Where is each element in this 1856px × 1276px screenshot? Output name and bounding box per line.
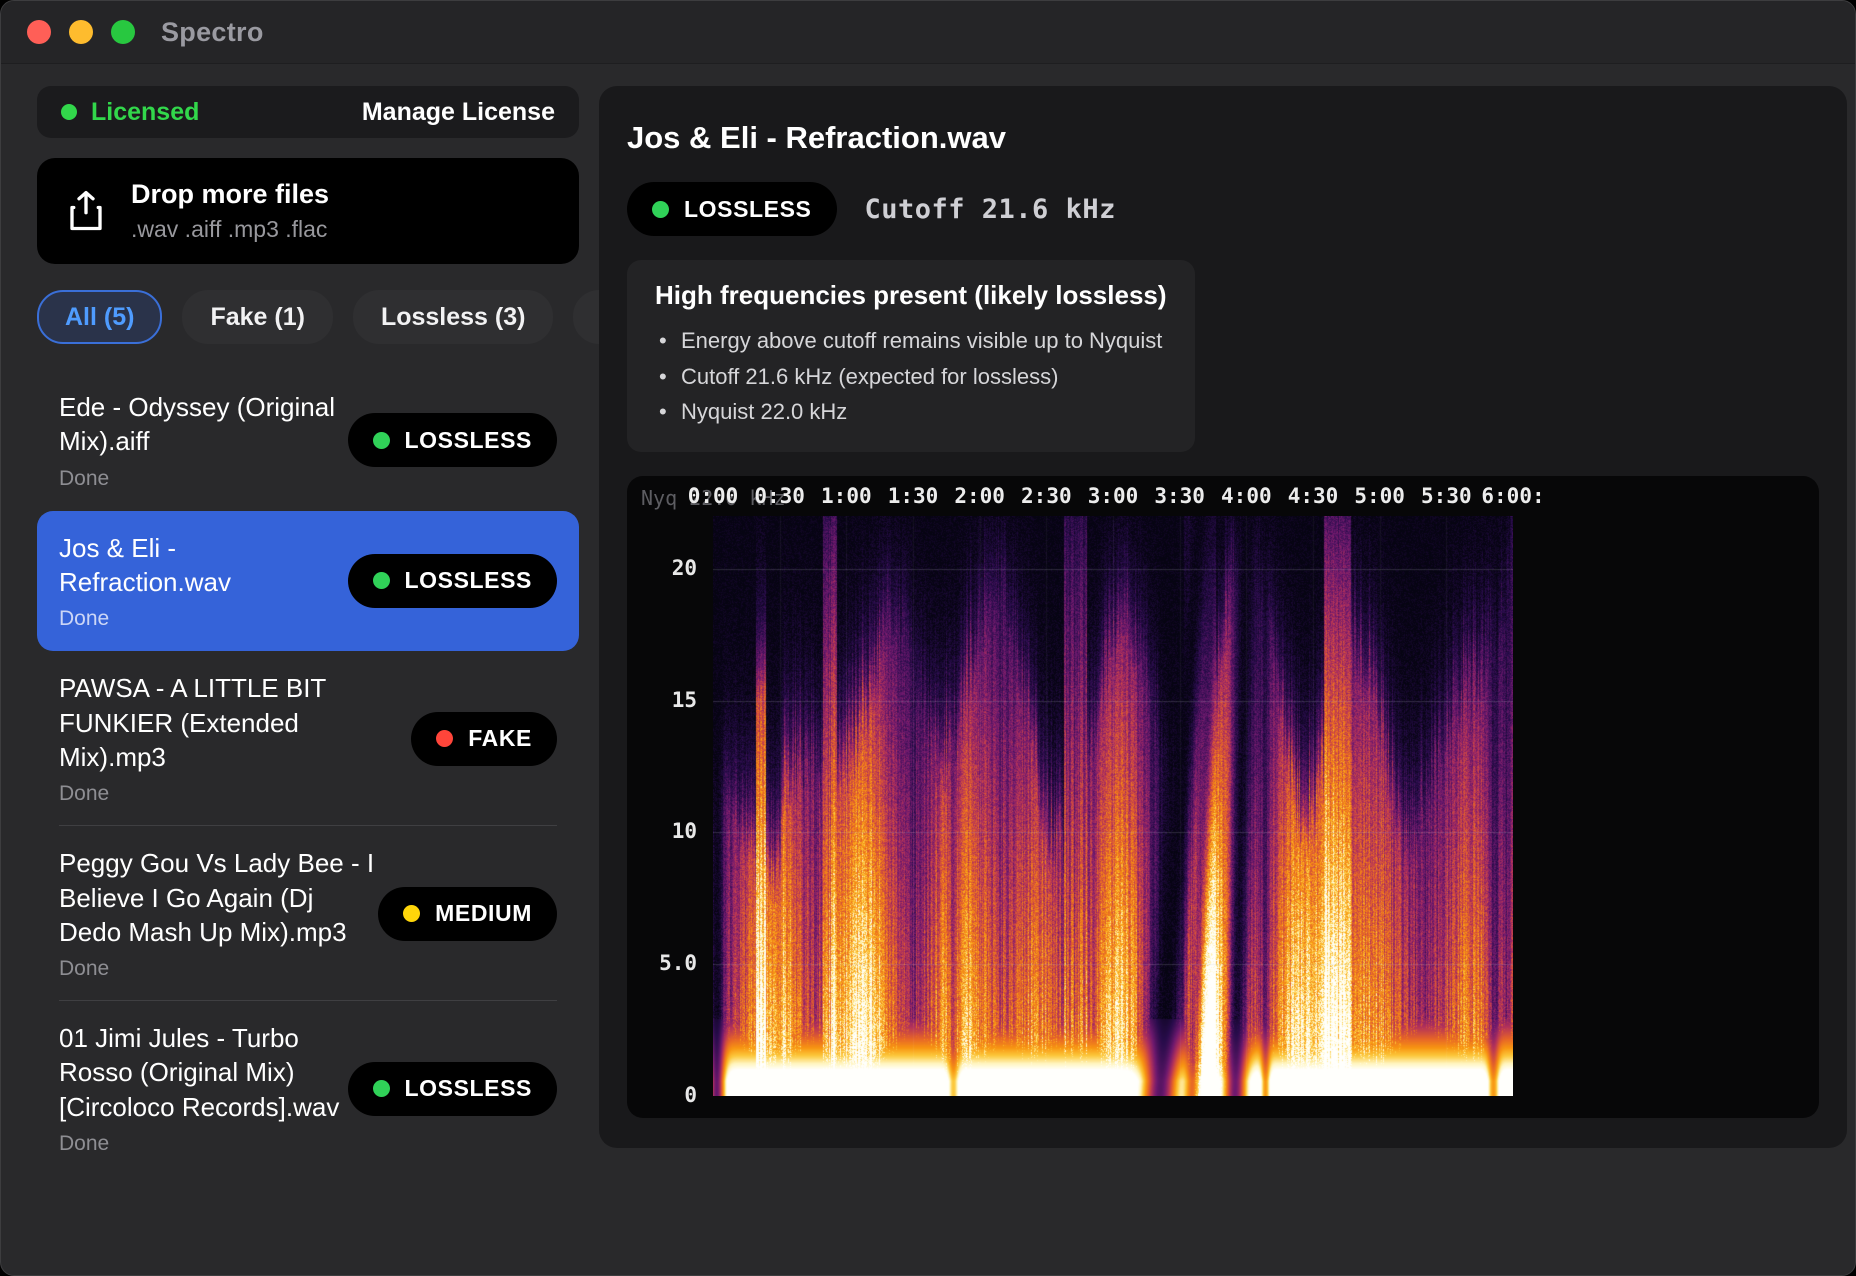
- file-name: Ede - Odyssey (Original Mix).aiff: [59, 390, 348, 459]
- analysis-box: High frequencies present (likely lossles…: [627, 260, 1195, 452]
- verdict-label: LOSSLESS: [405, 427, 533, 454]
- detail-title: Jos & Eli - Refraction.wav: [627, 120, 1819, 156]
- time-tick-label: 1:00: [821, 484, 872, 508]
- verdict-dot-icon: [436, 730, 453, 747]
- spectrogram-image: [713, 516, 1513, 1096]
- file-list-item[interactable]: Peggy Gou Vs Lady Bee - I Believe I Go A…: [37, 826, 579, 1001]
- dropzone-text: Drop more files .wav .aiff .mp3 .flac: [131, 179, 329, 243]
- file-info: PAWSA - A LITTLE BIT FUNKIER (Extended M…: [59, 671, 377, 806]
- file-list: Ede - Odyssey (Original Mix).aiff Done L…: [37, 370, 579, 1176]
- time-tick-label: 4:00: [1221, 484, 1272, 508]
- verdict-label: LOSSLESS: [405, 1075, 533, 1102]
- file-status: Done: [59, 467, 348, 491]
- time-tick-label: 2:30: [1021, 484, 1072, 508]
- file-name: 01 Jimi Jules - Turbo Rosso (Original Mi…: [59, 1021, 348, 1124]
- time-tick-label: 3:30: [1154, 484, 1205, 508]
- analysis-bullets: Energy above cutoff remains visible up t…: [655, 323, 1167, 430]
- verdict-badge: FAKE: [411, 712, 557, 766]
- verdict-label: LOSSLESS: [684, 196, 812, 223]
- verdict-label: MEDIUM: [435, 900, 532, 927]
- title-bar: Spectro: [1, 1, 1855, 64]
- analysis-bullet: Nyquist 22.0 kHz: [655, 394, 1167, 430]
- file-list-item[interactable]: 01 Jimi Jules - Turbo Rosso (Original Mi…: [37, 1001, 579, 1176]
- time-tick-label: 1:30: [888, 484, 939, 508]
- file-status: Done: [59, 1132, 348, 1156]
- time-axis: 0:000:301:001:302:002:303:003:304:004:30…: [713, 484, 1513, 512]
- analysis-heading: High frequencies present (likely lossles…: [655, 280, 1167, 311]
- file-name: PAWSA - A LITTLE BIT FUNKIER (Extended M…: [59, 671, 377, 774]
- detail-panel: Jos & Eli - Refraction.wav LOSSLESS Cuto…: [599, 86, 1847, 1148]
- analysis-bullet: Energy above cutoff remains visible up t…: [655, 323, 1167, 359]
- file-list-item[interactable]: Jos & Eli - Refraction.wav Done LOSSLESS: [37, 511, 579, 652]
- file-info: Ede - Odyssey (Original Mix).aiff Done: [59, 390, 348, 491]
- verdict-dot-icon: [652, 201, 669, 218]
- frequency-tick-label: 0: [627, 1083, 697, 1107]
- verdict-badge: LOSSLESS: [348, 1062, 558, 1116]
- time-tick-label: 0:00: [688, 484, 739, 508]
- verdict-label: LOSSLESS: [405, 567, 533, 594]
- file-info: Jos & Eli - Refraction.wav Done: [59, 531, 348, 632]
- frequency-tick-label: 5.0: [627, 951, 697, 975]
- file-status: Done: [59, 957, 377, 981]
- file-list-item[interactable]: PAWSA - A LITTLE BIT FUNKIER (Extended M…: [37, 651, 579, 826]
- filter-chips: All (5)Fake (1)Lossless (3)Medium (1): [37, 290, 579, 344]
- verdict-row: LOSSLESS Cutoff 21.6 kHz: [627, 182, 1819, 236]
- verdict-dot-icon: [373, 1080, 390, 1097]
- verdict-dot-icon: [373, 432, 390, 449]
- license-status: Licensed: [61, 98, 199, 127]
- minimize-button[interactable]: [69, 20, 93, 44]
- frequency-tick-label: 20: [627, 556, 697, 580]
- frequency-tick-label: 15: [627, 688, 697, 712]
- filter-chip[interactable]: Lossless (3): [353, 290, 554, 344]
- time-tick-label: 3:00: [1088, 484, 1139, 508]
- manage-license-button[interactable]: Manage License: [362, 98, 555, 127]
- time-tick-label: 4:30: [1288, 484, 1339, 508]
- verdict-badge: LOSSLESS: [348, 554, 558, 608]
- time-tick-label: 0:30: [754, 484, 805, 508]
- time-tick-label: 2:00: [954, 484, 1005, 508]
- file-dropzone[interactable]: Drop more files .wav .aiff .mp3 .flac: [37, 158, 579, 264]
- app-title: Spectro: [161, 17, 264, 48]
- app-window: Spectro Licensed Manage License Drop mor: [0, 0, 1856, 1276]
- verdict-badge: LOSSLESS: [348, 413, 558, 467]
- zoom-button[interactable]: [111, 20, 135, 44]
- file-info: 01 Jimi Jules - Turbo Rosso (Original Mi…: [59, 1021, 348, 1156]
- spectrogram-panel: Nyq 22.0 kHz 0:000:301:001:302:002:303:0…: [627, 476, 1819, 1118]
- sidebar: Licensed Manage License Drop more files …: [37, 86, 579, 1176]
- time-tick-label: 5:00: [1354, 484, 1405, 508]
- analysis-bullet: Cutoff 21.6 kHz (expected for lossless): [655, 359, 1167, 395]
- time-tick-label: 5:30: [1421, 484, 1472, 508]
- dropzone-title: Drop more files: [131, 179, 329, 210]
- upload-icon: [65, 188, 107, 234]
- file-name: Jos & Eli - Refraction.wav: [59, 531, 348, 600]
- file-info: Peggy Gou Vs Lady Bee - I Believe I Go A…: [59, 846, 377, 981]
- filter-chip[interactable]: All (5): [37, 290, 162, 344]
- file-list-item[interactable]: Ede - Odyssey (Original Mix).aiff Done L…: [37, 370, 579, 511]
- file-name: Peggy Gou Vs Lady Bee - I Believe I Go A…: [59, 846, 377, 949]
- verdict-dot-icon: [373, 572, 390, 589]
- verdict-badge: MEDIUM: [378, 887, 557, 941]
- cutoff-readout: Cutoff 21.6 kHz: [865, 194, 1116, 225]
- filter-chip[interactable]: Fake (1): [182, 290, 332, 344]
- frequency-tick-label: 10: [627, 819, 697, 843]
- license-bar: Licensed Manage License: [37, 86, 579, 138]
- detail-verdict-badge: LOSSLESS: [627, 182, 837, 236]
- licensed-label: Licensed: [91, 98, 199, 127]
- dropzone-formats: .wav .aiff .mp3 .flac: [131, 216, 329, 243]
- verdict-dot-icon: [403, 905, 420, 922]
- file-status: Done: [59, 782, 377, 806]
- close-button[interactable]: [27, 20, 51, 44]
- window-controls: [27, 20, 135, 44]
- main-content: Licensed Manage License Drop more files …: [1, 64, 1855, 1176]
- frequency-axis: 2015105.00: [627, 516, 701, 1096]
- licensed-dot-icon: [61, 104, 77, 120]
- time-tick-label: 6:00:: [1481, 484, 1544, 508]
- verdict-label: FAKE: [468, 725, 532, 752]
- file-status: Done: [59, 607, 348, 631]
